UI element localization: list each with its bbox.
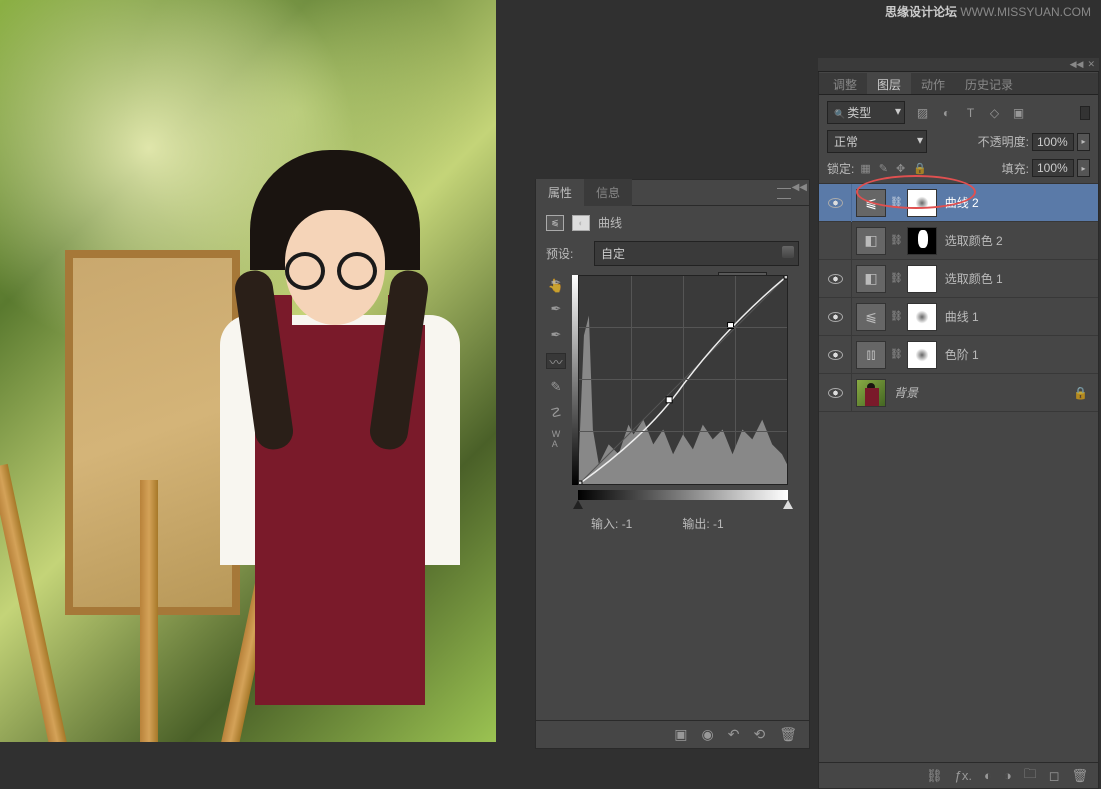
layer-row[interactable]: ⫾⫾ ⛓ 色阶 1 — [819, 336, 1098, 374]
layer-mask-thumb[interactable] — [907, 303, 937, 331]
visibility-toggle-icon[interactable] — [828, 388, 843, 398]
white-point-slider[interactable] — [783, 500, 793, 509]
delete-layer-icon[interactable]: 🗑 — [1071, 768, 1088, 784]
properties-panel: ◀◀ 属性 信息 ⫹ ◐ 曲线 预设: 自定 👆 RGB 自动 ✒ ✒ ✒ 〰 … — [535, 179, 810, 749]
tab-info[interactable]: 信息 — [584, 179, 632, 206]
filter-adjustment-icon[interactable]: ◐ — [939, 105, 954, 120]
smooth-icon[interactable]: ☡ — [546, 405, 566, 421]
visibility-toggle-icon[interactable] — [828, 198, 843, 208]
link-mask-icon[interactable]: ⛓ — [890, 273, 903, 284]
layer-name[interactable]: 选取颜色 2 — [945, 232, 1003, 249]
curves-thumb-icon[interactable]: ⫹ — [856, 303, 886, 331]
fill-input[interactable]: 100% — [1032, 159, 1074, 177]
toggle-visibility-icon[interactable]: ◉ — [702, 726, 714, 743]
link-mask-icon[interactable]: ⛓ — [890, 235, 903, 246]
layer-row[interactable]: ◧ ⛓ 选取颜色 1 — [819, 260, 1098, 298]
hand-icon[interactable]: WA — [546, 431, 566, 447]
layer-style-icon[interactable]: ƒx. — [955, 768, 972, 783]
layer-name[interactable]: 曲线 1 — [945, 308, 979, 325]
layer-mask-thumb[interactable] — [907, 265, 937, 293]
link-mask-icon[interactable]: ⛓ — [890, 349, 903, 360]
layers-panel: 调整 图层 动作 历史记录 类型 ▨ ◐ T ◇ ▣ 正常 不透明度: 100%… — [818, 58, 1099, 789]
canvas-image[interactable] — [0, 0, 496, 742]
reset-icon[interactable]: ⟲ — [753, 726, 765, 743]
lock-label: 锁定: — [827, 160, 854, 177]
layer-mask-thumb[interactable] — [907, 341, 937, 369]
new-adjustment-icon[interactable]: ◑ — [1004, 768, 1012, 783]
link-layers-icon[interactable]: ⛓ — [926, 768, 943, 784]
lock-pixels-icon[interactable]: ✎ — [879, 162, 888, 175]
pencil-tool-icon[interactable]: ✎ — [546, 379, 566, 395]
layer-row[interactable]: ⫹ ⛓ 曲线 1 — [819, 298, 1098, 336]
add-mask-icon[interactable]: ◐ — [984, 768, 992, 783]
layer-name[interactable]: 背景 — [894, 384, 918, 401]
levels-thumb-icon[interactable]: ⫾⫾ — [856, 341, 886, 369]
layer-name[interactable]: 选取颜色 1 — [945, 270, 1003, 287]
tab-history[interactable]: 历史记录 — [955, 73, 1023, 94]
filter-type-icon[interactable]: T — [963, 105, 978, 120]
layer-mask-thumb[interactable] — [907, 227, 937, 255]
input-readout: 输入: -1 — [591, 515, 632, 532]
layer-filter-select[interactable]: 类型 — [827, 101, 905, 124]
selective-color-thumb-icon[interactable]: ◧ — [856, 265, 886, 293]
fill-label: 填充: — [1002, 160, 1029, 177]
layer-row[interactable]: 背景 🔒 — [819, 374, 1098, 412]
background-thumb[interactable] — [856, 379, 886, 407]
panel-close-icon[interactable]: ✕ — [1087, 59, 1095, 70]
lock-all-icon[interactable]: 🔒 — [913, 162, 927, 175]
eyedropper-black-icon[interactable]: ✒ — [546, 275, 566, 291]
curves-graph[interactable] — [578, 275, 788, 485]
curves-adjustment-icon: ⫹ — [546, 215, 564, 231]
mask-icon: ◐ — [572, 215, 590, 231]
tab-adjustments[interactable]: 调整 — [823, 73, 867, 94]
layer-name[interactable]: 色阶 1 — [945, 346, 979, 363]
opacity-label: 不透明度: — [978, 133, 1029, 150]
curve-point-tool-icon[interactable]: 〰 — [546, 353, 566, 369]
input-gradient — [578, 490, 788, 500]
adjustment-type-label: 曲线 — [598, 214, 622, 231]
layers-list: ⫹ ⛓ 曲线 2 ◧ ⛓ 选取颜色 2 ◧ ⛓ 选取颜色 1 ⫹ ⛓ — [819, 184, 1098, 412]
black-point-slider[interactable] — [573, 500, 583, 509]
link-mask-icon[interactable]: ⛓ — [890, 197, 903, 208]
preset-select[interactable]: 自定 — [594, 241, 799, 266]
clip-to-layer-icon[interactable]: ▣ — [674, 726, 687, 743]
new-layer-icon[interactable]: ◻ — [1049, 768, 1060, 784]
panel-collapse-left-icon[interactable]: ◀◀ — [1070, 59, 1084, 70]
filter-shape-icon[interactable]: ◇ — [987, 105, 1002, 120]
link-mask-icon[interactable]: ⛓ — [890, 311, 903, 322]
eyedropper-gray-icon[interactable]: ✒ — [546, 301, 566, 317]
lock-transparency-icon[interactable]: ▦ — [860, 162, 870, 175]
layer-mask-thumb[interactable] — [907, 189, 937, 217]
layer-row[interactable]: ⫹ ⛓ 曲线 2 — [819, 184, 1098, 222]
watermark: 思缘设计论坛 WWW.MISSYUAN.COM — [885, 3, 1091, 20]
filter-toggle[interactable] — [1080, 106, 1090, 120]
tab-layers[interactable]: 图层 — [867, 73, 911, 94]
opacity-flyout-icon[interactable]: ▸ — [1077, 133, 1090, 151]
visibility-toggle-icon[interactable] — [828, 312, 843, 322]
filter-smart-icon[interactable]: ▣ — [1011, 105, 1026, 120]
visibility-toggle-icon[interactable] — [828, 274, 843, 284]
filter-pixel-icon[interactable]: ▨ — [915, 105, 930, 120]
delete-adjustment-icon[interactable]: 🗑 — [779, 726, 797, 743]
curves-thumb-icon[interactable]: ⫹ — [856, 189, 886, 217]
layer-row[interactable]: ◧ ⛓ 选取颜色 2 — [819, 222, 1098, 260]
blend-mode-select[interactable]: 正常 — [827, 130, 927, 153]
eyedropper-white-icon[interactable]: ✒ — [546, 327, 566, 343]
fill-flyout-icon[interactable]: ▸ — [1077, 159, 1090, 177]
previous-state-icon[interactable]: ↶ — [728, 726, 740, 743]
output-readout: 输出: -1 — [682, 515, 723, 532]
visibility-toggle-icon[interactable] — [828, 236, 843, 246]
tab-properties[interactable]: 属性 — [536, 179, 584, 206]
tab-actions[interactable]: 动作 — [911, 73, 955, 94]
lock-icon: 🔒 — [1073, 386, 1088, 400]
visibility-toggle-icon[interactable] — [828, 350, 843, 360]
opacity-input[interactable]: 100% — [1032, 133, 1074, 151]
selective-color-thumb-icon[interactable]: ◧ — [856, 227, 886, 255]
panel-menu-icon[interactable] — [777, 185, 791, 199]
lock-position-icon[interactable]: ✥ — [896, 162, 905, 175]
new-group-icon[interactable]: 🗀 — [1024, 765, 1037, 787]
layer-name[interactable]: 曲线 2 — [945, 194, 979, 211]
preset-label: 预设: — [546, 245, 588, 262]
